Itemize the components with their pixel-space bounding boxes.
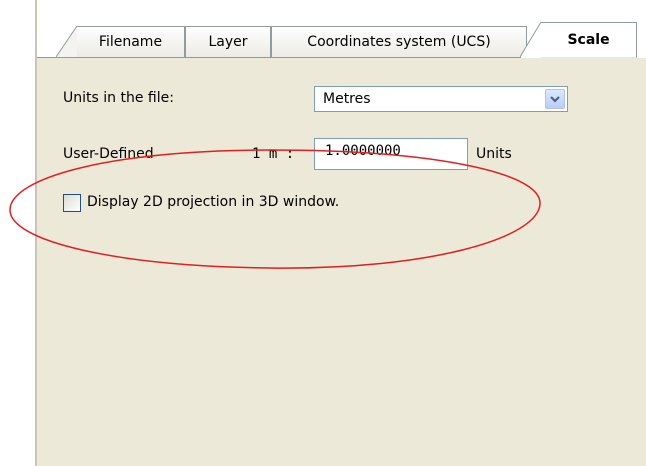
tab-baseline [37, 57, 521, 58]
scale-value-input[interactable]: 1.0000000 [314, 138, 468, 170]
units-select[interactable]: Metres [314, 86, 568, 112]
units-select-value: Metres [323, 91, 371, 107]
units-label: Units in the file: [63, 90, 174, 106]
tab-filename[interactable]: Filename [77, 26, 185, 57]
tab-scale[interactable]: Scale [541, 22, 637, 58]
tab-scale-slant [520, 22, 542, 58]
tab-coordinates-system[interactable]: Coordinates system (UCS) [271, 26, 527, 57]
user-defined-label: User-Defined [63, 146, 154, 162]
chevron-down-icon[interactable] [545, 89, 565, 109]
tab-filename-slant [56, 26, 78, 58]
tab-layer[interactable]: Layer [185, 26, 271, 57]
ratio-prefix-label: 1 m : [252, 146, 295, 162]
projection-checkbox-label[interactable]: Display 2D projection in 3D window. [87, 194, 339, 210]
projection-checkbox[interactable] [63, 194, 81, 212]
units-suffix-label: Units [476, 146, 512, 162]
settings-panel [37, 0, 646, 466]
